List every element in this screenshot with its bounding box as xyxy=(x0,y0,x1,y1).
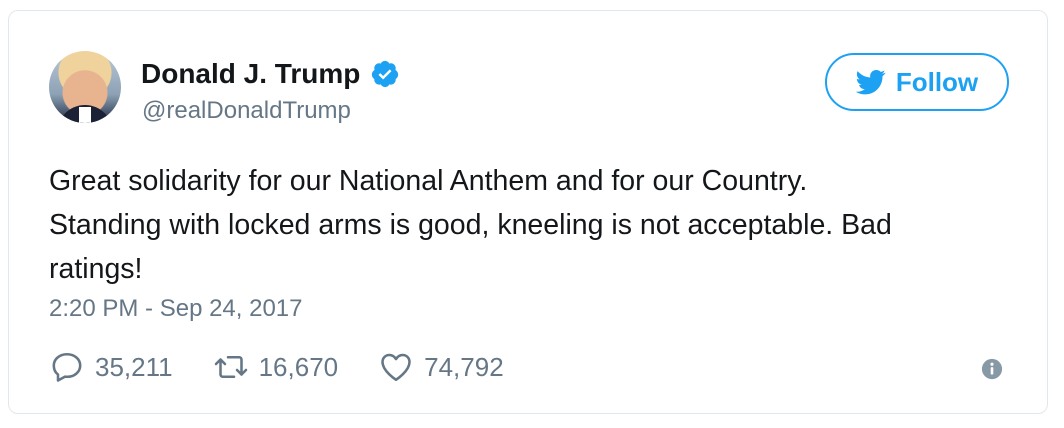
retweet-button[interactable]: 16,670 xyxy=(213,349,339,385)
tweet-timestamp[interactable]: 2:20 PM - Sep 24, 2017 xyxy=(49,295,303,323)
heart-icon xyxy=(381,353,411,382)
like-count: 74,792 xyxy=(424,351,504,382)
tweet-text: Great solidarity for our National Anthem… xyxy=(49,159,1009,291)
tweet-line: Great solidarity for our National Anthem… xyxy=(49,165,808,197)
tweet-actions: 35,211 16,670 74,792 xyxy=(49,349,544,385)
follow-button[interactable]: Follow xyxy=(825,53,1009,111)
info-icon[interactable] xyxy=(981,358,1003,380)
user-name-row: Donald J. Trump xyxy=(141,58,400,90)
reply-count: 35,211 xyxy=(95,351,173,382)
reply-button[interactable]: 35,211 xyxy=(49,349,173,385)
reply-icon xyxy=(52,352,82,382)
retweet-count: 16,670 xyxy=(258,351,339,382)
user-name[interactable]: Donald J. Trump xyxy=(141,58,360,90)
twitter-bird-icon xyxy=(855,70,886,95)
tweet-card: Donald J. Trump @realDonaldTrump Follow … xyxy=(8,10,1048,414)
retweet-icon xyxy=(214,355,247,379)
avatar[interactable] xyxy=(49,51,121,123)
like-button[interactable]: 74,792 xyxy=(378,349,504,385)
avatar-shirt xyxy=(79,107,91,123)
tweet-line: Standing with locked arms is good, kneel… xyxy=(49,209,892,241)
tweet-line: ratings! xyxy=(49,253,143,285)
follow-label: Follow xyxy=(895,66,979,97)
user-handle[interactable]: @realDonaldTrump xyxy=(142,97,351,125)
verified-badge-icon xyxy=(372,60,399,88)
